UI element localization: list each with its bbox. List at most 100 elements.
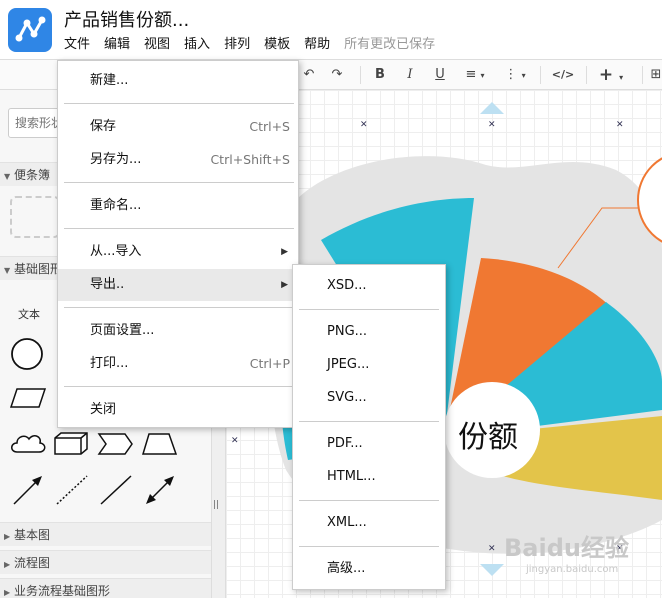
export-png[interactable]: PNG... (293, 317, 445, 347)
bold-icon[interactable]: B (372, 65, 388, 85)
section-label: 流程图 (14, 556, 51, 570)
shortcut-label: Ctrl+Shift+S (210, 152, 290, 167)
menu-item-rename[interactable]: 重命名... (58, 190, 298, 222)
menu-item-label: 导出.. (90, 277, 125, 292)
bidirectional-arrow-shape-icon[interactable] (140, 472, 180, 508)
menu-item-label: 新建... (90, 73, 129, 88)
submenu-arrow-icon: ▶ (281, 247, 288, 257)
submenu-arrow-icon: ▶ (281, 280, 288, 290)
more-options-icon[interactable]: ⋮ ▾ (500, 65, 530, 85)
chevron-right-icon: ▶ (4, 532, 11, 541)
menu-divider (64, 386, 294, 387)
scratchpad-dropzone[interactable] (10, 196, 60, 238)
undo-icon[interactable]: ↶ (300, 65, 318, 85)
menu-item-export[interactable]: 导出.. ▶ (58, 269, 298, 301)
menu-help[interactable]: 帮助 (304, 35, 330, 55)
circle-shape-icon[interactable] (8, 336, 48, 372)
menu-item-save-as[interactable]: 另存为... Ctrl+Shift+S (58, 144, 298, 176)
chevron-down-icon: ▼ (4, 266, 11, 275)
trapezoid-shape-icon[interactable] (140, 430, 180, 458)
toolbar-divider (540, 66, 541, 84)
connection-point-icon[interactable]: ✕ (488, 120, 496, 130)
connection-point-icon[interactable]: ✕ (231, 436, 239, 446)
cube-shape-icon[interactable] (52, 430, 92, 458)
menu-insert[interactable]: 插入 (184, 35, 210, 55)
section-flowchart[interactable]: ▶ 流程图 (0, 550, 211, 574)
export-jpeg[interactable]: JPEG... (293, 350, 445, 380)
document-title[interactable]: 产品销售份额... (64, 6, 189, 32)
section-label: 基础图形 (14, 262, 63, 276)
menu-item-label: 从...导入 (90, 244, 142, 259)
drag-grip-icon: || (213, 500, 220, 510)
chevron-right-icon: ▶ (4, 588, 11, 597)
code-icon[interactable]: </> (550, 65, 576, 85)
connection-point-icon[interactable]: ✕ (488, 544, 496, 554)
chevron-right-icon: ▶ (4, 560, 11, 569)
toolbar-divider (586, 66, 587, 84)
export-pdf[interactable]: PDF... (293, 429, 445, 459)
menu-edit[interactable]: 编辑 (104, 35, 130, 55)
export-advanced[interactable]: 高级... (293, 554, 445, 584)
menu-item-close[interactable]: 关闭 (58, 394, 298, 426)
app-header: 产品销售份额... 文件 编辑 视图 插入 排列 模板 帮助 所有更改已保存 (0, 0, 662, 60)
menu-arrange[interactable]: 排列 (224, 35, 250, 55)
italic-icon[interactable]: I (402, 65, 418, 85)
export-submenu: XSD... PNG... JPEG... SVG... PDF... HTML… (292, 264, 446, 590)
grid-icon[interactable]: ⊞ (650, 65, 662, 85)
watermark-url: jingyan.baidu.com (526, 564, 619, 575)
menu-item-label: 页面设置... (90, 323, 155, 338)
menu-divider (299, 500, 439, 501)
menu-item-label: 关闭 (90, 402, 117, 417)
menu-divider (64, 228, 294, 229)
toolbar-divider (360, 66, 361, 84)
menu-file[interactable]: 文件 (64, 35, 90, 55)
menu-divider (299, 309, 439, 310)
menu-item-label: 打印... (90, 356, 129, 371)
cloud-shape-icon[interactable] (8, 430, 48, 458)
parallelogram-shape-icon[interactable] (8, 386, 48, 410)
menu-item-label: 另存为... (90, 152, 142, 167)
export-svg[interactable]: SVG... (293, 383, 445, 413)
menu-divider (299, 546, 439, 547)
menu-view[interactable]: 视图 (144, 35, 170, 55)
menu-item-print[interactable]: 打印... Ctrl+P (58, 348, 298, 380)
text-shape[interactable]: 文本 (18, 306, 40, 322)
section-label: 便条簿 (14, 168, 51, 182)
selection-handle-top[interactable] (480, 102, 504, 114)
connection-point-icon[interactable]: ✕ (616, 120, 624, 130)
menu-item-page-setup[interactable]: 页面设置... (58, 315, 298, 347)
menu-divider (64, 182, 294, 183)
selection-handle-bottom[interactable] (480, 564, 504, 576)
menu-item-label: 重命名... (90, 198, 142, 213)
underline-icon[interactable]: U (432, 65, 448, 85)
insert-plus-icon[interactable]: + ▾ (594, 65, 628, 85)
export-html[interactable]: HTML... (293, 462, 445, 492)
chevron-down-icon: ▼ (4, 172, 11, 181)
align-icon[interactable]: ≡ ▾ (458, 65, 492, 85)
file-menu-dropdown: 新建... 保存 Ctrl+S 另存为... Ctrl+Shift+S 重命名...… (57, 60, 299, 428)
section-basic-diagram[interactable]: ▶ 基本图 (0, 522, 211, 546)
center-label: 份额 (458, 420, 518, 455)
redo-icon[interactable]: ↷ (328, 65, 346, 85)
section-label: 基本图 (14, 528, 51, 542)
export-xml[interactable]: XML... (293, 508, 445, 538)
menu-template[interactable]: 模板 (264, 35, 290, 55)
arrow-shape-icon[interactable] (8, 472, 48, 508)
chevron-shape-icon[interactable] (96, 430, 136, 458)
app-logo[interactable] (8, 8, 52, 52)
watermark-logo: Baidu经验 (504, 534, 629, 562)
menu-item-label: 保存 (90, 119, 117, 134)
export-xsd[interactable]: XSD... (293, 271, 445, 301)
shortcut-label: Ctrl+P (249, 356, 290, 371)
menubar: 文件 编辑 视图 插入 排列 模板 帮助 所有更改已保存 (64, 35, 435, 55)
menu-item-save[interactable]: 保存 Ctrl+S (58, 111, 298, 143)
menu-divider (64, 307, 294, 308)
line-shape-icon[interactable] (96, 472, 136, 508)
section-label: 业务流程基础图形 (14, 584, 111, 598)
dotted-line-shape-icon[interactable] (52, 472, 92, 508)
menu-item-import[interactable]: 从...导入 ▶ (58, 236, 298, 268)
section-bpmn-basic[interactable]: ▶ 业务流程基础图形 (0, 578, 211, 598)
connection-point-icon[interactable]: ✕ (360, 120, 368, 130)
menu-item-new[interactable]: 新建... (58, 65, 298, 97)
menu-divider (64, 103, 294, 104)
